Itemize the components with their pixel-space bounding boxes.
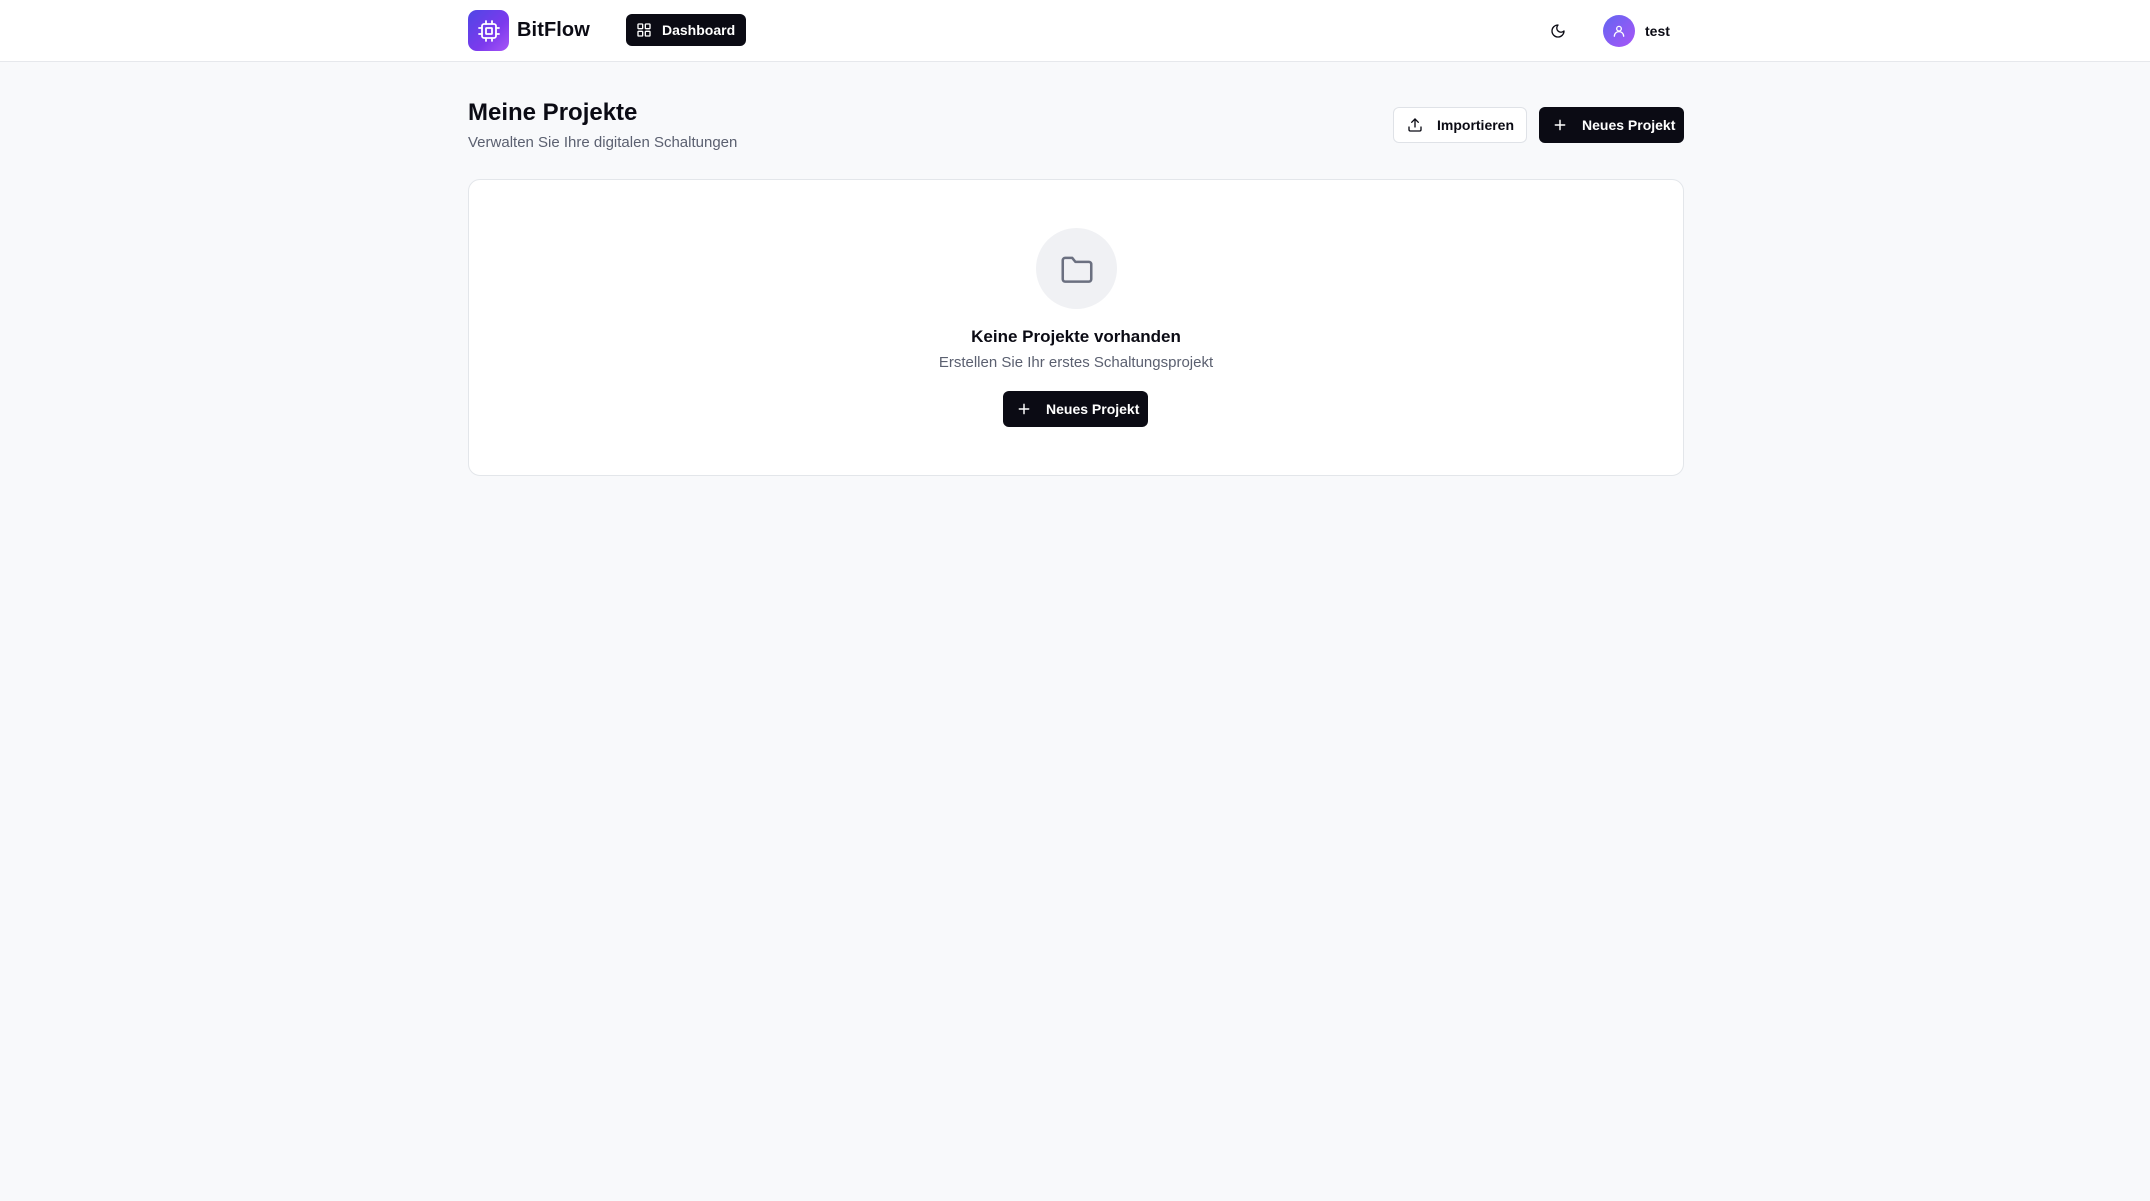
empty-state-new-project-button[interactable]: Neues Projekt [1003,391,1148,427]
user-menu-button[interactable]: test [1603,14,1670,48]
cpu-chip-icon [468,10,509,51]
user-icon [1612,24,1626,38]
import-button[interactable]: Importieren [1393,107,1527,143]
empty-state-new-project-label: Neues Projekt [1046,401,1140,417]
grid-icon [636,22,652,38]
empty-state-icon-circle [1036,228,1117,309]
brand-name: BitFlow [517,19,590,41]
new-project-button[interactable]: Neues Projekt [1539,107,1684,143]
nav-dashboard-label: Dashboard [662,22,736,38]
empty-state-title: Keine Projekte vorhanden [971,327,1181,346]
theme-toggle-button[interactable] [1541,14,1575,48]
brand[interactable]: BitFlow [468,10,590,51]
page-title: Meine Projekte [468,99,638,126]
new-project-button-label: Neues Projekt [1582,117,1676,133]
avatar [1603,15,1635,47]
user-name: test [1645,23,1670,39]
empty-state-text: Erstellen Sie Ihr erstes Schaltungsproje… [938,354,1214,371]
folder-icon [1058,250,1096,288]
moon-icon [1550,23,1566,39]
nav-dashboard-button[interactable]: Dashboard [626,14,747,46]
upload-icon [1407,117,1423,133]
plus-icon [1552,117,1568,133]
page-subtitle: Verwalten Sie Ihre digitalen Schaltungen [468,134,738,151]
plus-icon [1016,401,1032,417]
top-navigation-bar: BitFlow Dashboard test [0,0,2150,62]
import-button-label: Importieren [1437,117,1515,133]
empty-state-card: Keine Projekte vorhanden Erstellen Sie I… [468,179,1684,476]
